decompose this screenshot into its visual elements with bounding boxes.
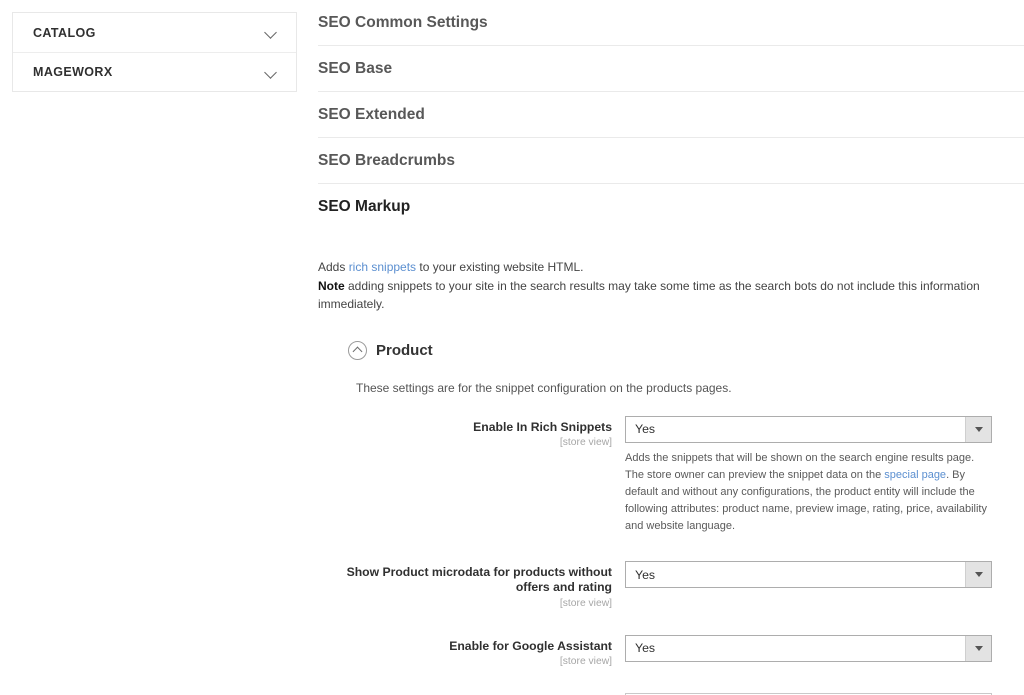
section-title: SEO Base	[318, 60, 392, 78]
product-settings-form: Enable In Rich Snippets [store view] Yes…	[318, 416, 1024, 695]
enable-in-rich-snippets-hint: Adds the snippets that will be shown on …	[625, 450, 993, 535]
chevron-down-icon[interactable]	[965, 417, 991, 442]
group-subtitle: These settings are for the snippet confi…	[356, 381, 1024, 395]
select-value: Yes	[626, 641, 655, 655]
section-title: SEO Extended	[318, 106, 425, 124]
section-header-seo-common-settings[interactable]: SEO Common Settings	[318, 0, 1024, 46]
field-control-container: Yes	[625, 635, 1024, 662]
field-scope: [store view]	[318, 656, 612, 667]
config-page: CATALOG MAGEWORX SEO Common Settings SEO…	[0, 0, 1024, 695]
section-header-seo-base[interactable]: SEO Base	[318, 46, 1024, 92]
field-row-enable-for-google-assistant: Enable for Google Assistant [store view]…	[318, 635, 1024, 667]
field-scope: [store view]	[318, 437, 612, 448]
enable-for-google-assistant-select[interactable]: Yes	[625, 635, 992, 662]
field-row-show-product-microdata: Show Product microdata for products with…	[318, 561, 1024, 609]
field-label: Enable In Rich Snippets	[318, 420, 612, 435]
group-title: Product	[376, 342, 433, 359]
markup-intro-line-1: Adds rich snippets to your existing webs…	[318, 258, 1024, 277]
field-label-container: Enable for Google Assistant [store view]	[318, 635, 625, 667]
field-scope: [store view]	[318, 598, 612, 609]
sidebar-item-catalog[interactable]: CATALOG	[13, 13, 296, 52]
show-product-microdata-select[interactable]: Yes	[625, 561, 992, 588]
sidebar-item-label: MAGEWORX	[33, 65, 113, 79]
section-header-seo-breadcrumbs[interactable]: SEO Breadcrumbs	[318, 138, 1024, 184]
intro-prefix: Adds	[318, 260, 349, 274]
field-label: Enable for Google Assistant	[318, 639, 612, 654]
intro-suffix: to your existing website HTML.	[416, 260, 583, 274]
settings-content: SEO Common Settings SEO Base SEO Extende…	[318, 0, 1024, 695]
field-label: Show Product microdata for products with…	[318, 565, 612, 596]
note-text: adding snippets to your site in the sear…	[318, 279, 980, 312]
field-row-enable-in-rich-snippets: Enable In Rich Snippets [store view] Yes…	[318, 416, 1024, 535]
field-control-container: Yes Adds the snippets that will be shown…	[625, 416, 1024, 535]
markup-intro-text: Adds rich snippets to your existing webs…	[318, 258, 1024, 314]
sidebar-item-mageworx[interactable]: MAGEWORX	[13, 52, 296, 91]
field-label-container: Enable In Rich Snippets [store view]	[318, 416, 625, 448]
chevron-down-icon	[265, 66, 278, 79]
chevron-down-icon	[265, 26, 278, 39]
rich-snippets-link[interactable]: rich snippets	[349, 260, 416, 274]
group-header-product[interactable]: Product	[348, 341, 1024, 360]
section-header-seo-extended[interactable]: SEO Extended	[318, 92, 1024, 138]
section-title: SEO Markup	[318, 198, 410, 216]
markup-intro-line-2: Note adding snippets to your site in the…	[318, 277, 1024, 314]
chevron-down-icon[interactable]	[965, 562, 991, 587]
sidebar-item-label: CATALOG	[33, 26, 96, 40]
section-title: SEO Breadcrumbs	[318, 152, 455, 170]
settings-sidebar: CATALOG MAGEWORX	[12, 12, 297, 92]
note-label: Note	[318, 279, 345, 293]
special-page-link[interactable]: special page	[884, 469, 946, 481]
circle-chevron-up-icon	[348, 341, 367, 360]
chevron-down-icon[interactable]	[965, 636, 991, 661]
section-header-seo-markup[interactable]: SEO Markup	[318, 184, 1024, 230]
field-label-container: Show Product microdata for products with…	[318, 561, 625, 609]
field-control-container: Yes	[625, 561, 1024, 588]
section-title: SEO Common Settings	[318, 14, 488, 32]
select-value: Yes	[626, 568, 655, 582]
enable-in-rich-snippets-select[interactable]: Yes	[625, 416, 992, 443]
select-value: Yes	[626, 422, 655, 436]
